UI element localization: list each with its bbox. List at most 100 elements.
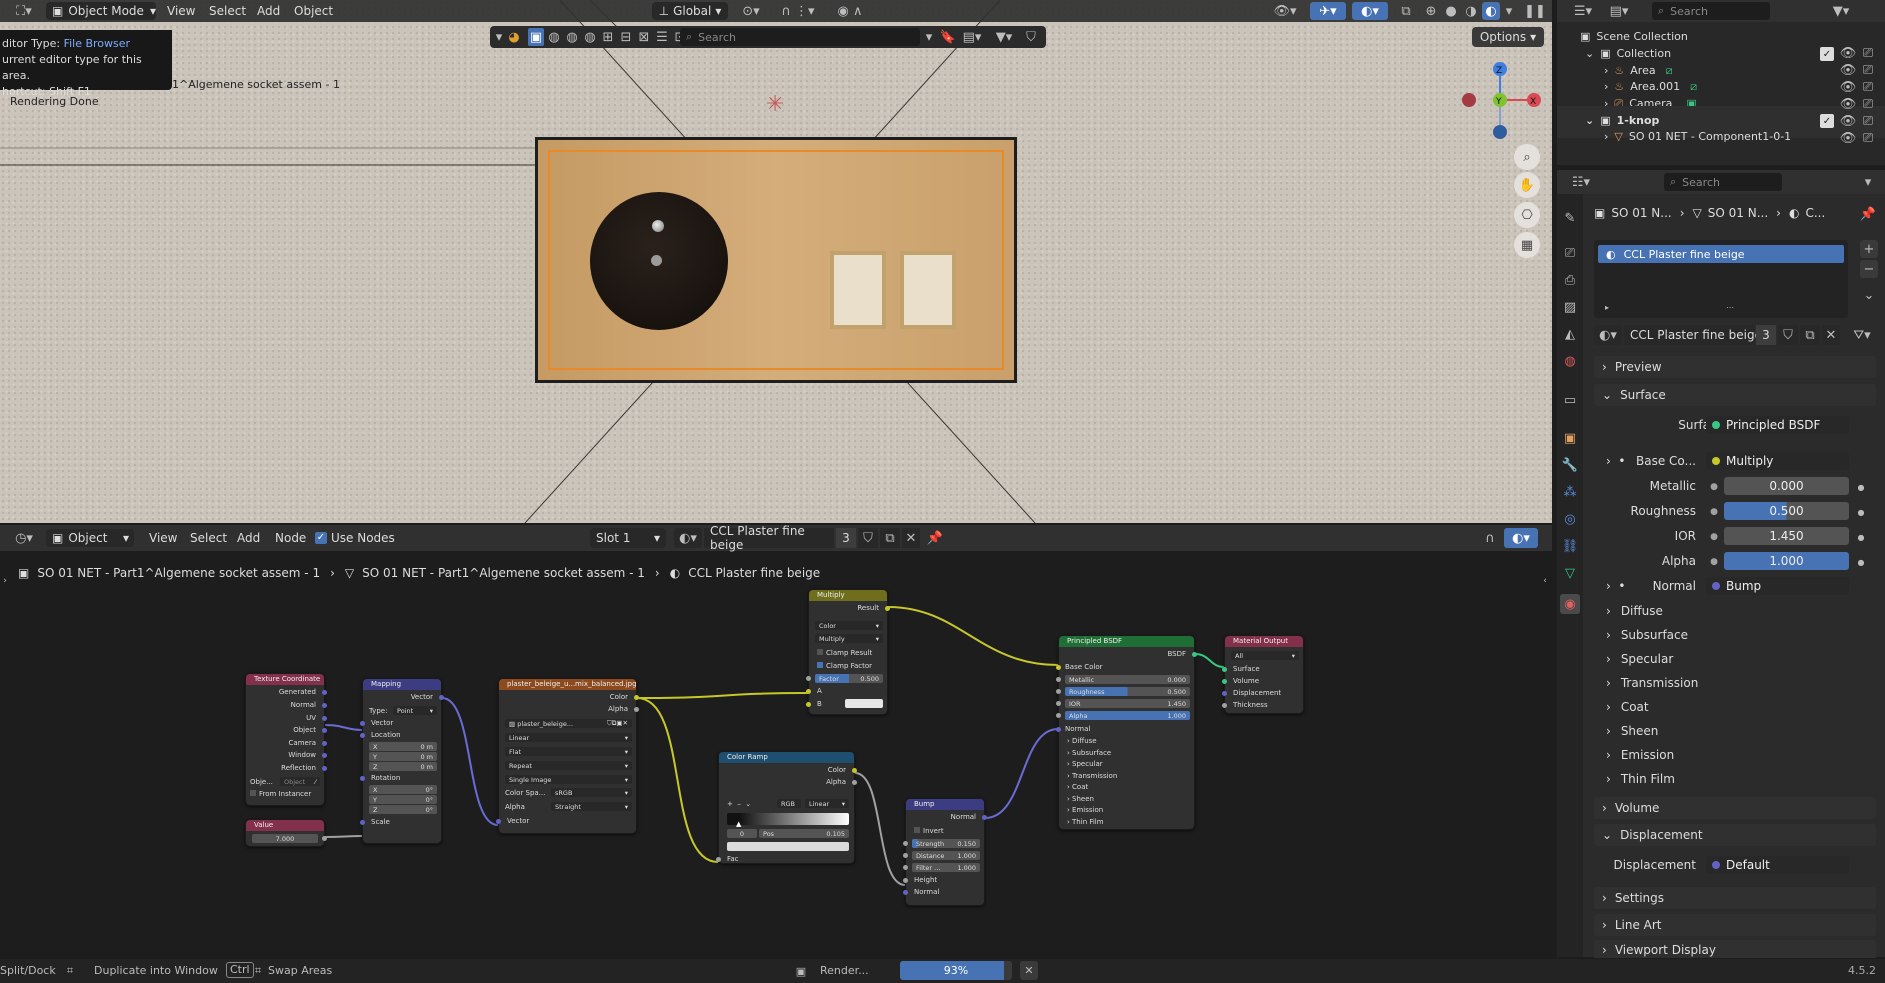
socket-image-vector-in[interactable] <box>496 819 501 824</box>
socket-mapping-scale-in[interactable] <box>360 820 365 825</box>
properties-search-field[interactable]: ⌕ Search <box>1664 173 1782 191</box>
socket-filter-in[interactable] <box>903 865 908 870</box>
bsdf-panel-thin-film[interactable]: › Thin Film <box>1067 818 1104 826</box>
socket-normal-in[interactable] <box>903 890 908 895</box>
rotation-z-field[interactable]: Z 0° <box>369 805 437 814</box>
ramp-color-mode-dropdown[interactable]: RGB <box>777 799 801 808</box>
base-color-field[interactable]: Multiply <box>1706 452 1849 470</box>
bsdf-alpha-slider[interactable]: Alpha 1.000 <box>1065 711 1190 720</box>
bsdf-ior-field[interactable]: IOR 1.450 <box>1065 699 1190 708</box>
surface-shader-field[interactable]: Principled BSDF <box>1706 416 1849 434</box>
properties-crumb-mesh[interactable]: SO 01 N... <box>1708 206 1768 220</box>
ramp-stop-color-swatch[interactable] <box>727 842 849 851</box>
base-color-expand[interactable]: › • <box>1606 454 1626 468</box>
dropdown-icon[interactable]: ▾ <box>922 28 936 46</box>
socket-metallic-in[interactable] <box>1056 677 1061 682</box>
multiply-blend-dropdown[interactable]: Multiply ▾ <box>815 634 883 643</box>
outliner-search-field[interactable]: ⌕ Search <box>1652 2 1770 20</box>
filter-icon-7[interactable]: ☰ <box>654 28 670 46</box>
material-browse-icon[interactable]: ◐▾ <box>1594 325 1622 345</box>
socket-mapping-out[interactable] <box>439 695 444 700</box>
panel-displacement[interactable]: ⌄ Displacement <box>1602 828 1703 842</box>
world-tab-icon[interactable]: ◍ <box>1560 351 1580 371</box>
color-wheel-icon[interactable]: ◕ <box>506 28 522 46</box>
3d-viewport[interactable]: ✳ ditor Type: File Browser urrent editor… <box>0 0 1552 523</box>
outlet-hole[interactable] <box>590 192 728 330</box>
camera-render-icon[interactable]: ⎚ <box>1860 130 1876 146</box>
multiply-node[interactable]: Multiply Result Color ▾ Multiply ▾ Clamp R… <box>806 589 890 715</box>
display-mode-icon[interactable]: ▤▾ <box>1604 2 1634 20</box>
panel-surface[interactable]: ⌄ Surface <box>1602 388 1666 402</box>
bsdf-panel-emission[interactable]: › Emission <box>1067 806 1103 814</box>
properties-material-name-field[interactable]: CCL Plaster fine beige <box>1624 325 1762 345</box>
multiply-datatype-dropdown[interactable]: Color ▾ <box>815 621 883 630</box>
bsdf-panel-specular[interactable]: › Specular <box>1067 760 1103 768</box>
ramp-stop-marker-icon[interactable]: ▲ <box>736 820 741 828</box>
ior-field[interactable]: 1.450 <box>1724 527 1849 545</box>
modifier-tab-icon[interactable]: 🔧 <box>1560 455 1580 475</box>
constraint-tab-icon[interactable]: ⛓ <box>1560 536 1580 556</box>
pause-render-icon[interactable]: ❚❚ <box>1524 2 1546 20</box>
roughness-field[interactable]: 0.500 <box>1724 502 1849 520</box>
bump-node[interactable]: Bump Normal Invert Strength 0.150 Distanc… <box>903 798 987 906</box>
socket-bsdf-normal-in[interactable] <box>1056 727 1061 732</box>
texture-coordinate-node[interactable]: Texture Coordinate Generated Normal UV O… <box>245 673 327 806</box>
socket-volume-in[interactable] <box>1222 679 1227 684</box>
socket-bsdf-out[interactable] <box>1192 652 1197 657</box>
bsdf-panel-sheen[interactable]: › Sheen <box>1067 795 1094 803</box>
socket-factor-in[interactable] <box>806 676 811 681</box>
normal-expand[interactable]: › • <box>1606 579 1626 593</box>
shading-wireframe-icon[interactable]: ⊕ <box>1422 2 1440 20</box>
menu-object[interactable]: Object <box>294 4 333 18</box>
list-resize-handle-icon[interactable]: ⋯ <box>1720 302 1740 312</box>
object-mode-dropdown[interactable]: ▣ Object Mode ▾ <box>46 2 156 20</box>
subpanel-emission[interactable]: › Emission <box>1606 748 1674 762</box>
socket-value-out[interactable] <box>322 836 327 841</box>
outliner-editor-icon[interactable]: ☰▾ <box>1568 2 1598 20</box>
data-tab-icon[interactable]: ▽ <box>1560 563 1580 583</box>
socket-ramp-alpha-out[interactable] <box>852 780 857 785</box>
socket-bump-normal-out[interactable] <box>982 815 987 820</box>
socket-mapping-vector-in[interactable] <box>360 721 365 726</box>
checkbox-icon[interactable]: ✓ <box>1820 47 1834 61</box>
slot-specials-icon[interactable]: ⌄ <box>1860 286 1878 304</box>
camera-render-icon[interactable]: ⎚ <box>1860 62 1876 78</box>
funnel-icon[interactable]: ▼▾ <box>990 28 1018 46</box>
image-datablock-field[interactable]: ▨ plaster_beleige... ⛉⧉▣✕ <box>505 719 632 728</box>
panel-settings[interactable]: › Settings <box>1602 891 1664 905</box>
bookmark-icon[interactable]: 🔖 <box>940 28 956 46</box>
keyframe-dot-icon[interactable]: ● <box>1856 530 1866 544</box>
socket-object[interactable] <box>322 728 327 733</box>
color-ramp-node[interactable]: Color Ramp Color Alpha + – ⌄ RGB Linear ▾… <box>716 751 857 864</box>
particles-tab-icon[interactable]: ⁂ <box>1560 482 1580 502</box>
camera-view-icon[interactable]: ⎔ <box>1514 202 1540 228</box>
material-output-node[interactable]: Material Output All ▾ Surface Volume Disp… <box>1222 635 1304 714</box>
filter-icon-1[interactable]: ◍ <box>546 28 562 46</box>
socket-normal[interactable] <box>322 703 327 708</box>
bump-strength-slider[interactable]: Strength 0.150 <box>912 839 980 848</box>
value-node[interactable]: Value 7.000 <box>245 819 327 847</box>
subpanel-coat[interactable]: › Coat <box>1606 700 1649 714</box>
panel-volume[interactable]: › Volume <box>1602 801 1659 815</box>
mapping-type-dropdown[interactable]: Point ▾ <box>393 706 437 715</box>
shading-material-icon[interactable]: ◑ <box>1462 2 1480 20</box>
filter-icon-6[interactable]: ⊠ <box>636 28 652 46</box>
shading-solid-icon[interactable]: ● <box>1442 2 1460 20</box>
extension-dropdown[interactable]: Repeat ▾ <box>505 761 632 770</box>
clamp-result-checkbox[interactable]: Clamp Result <box>817 649 872 657</box>
subpanel-transmission[interactable]: › Transmission <box>1606 676 1698 690</box>
alpha-mode-dropdown[interactable]: Straight ▾ <box>551 802 632 811</box>
editor-type-icon[interactable]: ⛶▾ <box>8 2 40 20</box>
color-b-swatch[interactable] <box>845 699 883 708</box>
menu-select[interactable]: Select <box>209 4 246 18</box>
bsdf-panel-diffuse[interactable]: › Diffuse <box>1067 737 1097 745</box>
ramp-interpolation-dropdown[interactable]: Linear ▾ <box>805 799 849 808</box>
subpanel-diffuse[interactable]: › Diffuse <box>1606 604 1663 618</box>
list-expand-icon[interactable]: ▸ <box>1602 302 1612 312</box>
collection-tab-icon[interactable]: ▭ <box>1560 390 1580 410</box>
fake-user-shield-icon[interactable]: ⛉ <box>1778 325 1798 345</box>
ortho-grid-icon[interactable]: ▦ <box>1514 232 1540 258</box>
shield-icon[interactable]: ⛉ <box>1022 28 1040 46</box>
keyframe-dot-icon[interactable]: ● <box>1856 555 1866 569</box>
outliner-1-knop[interactable]: ⌄ ▣ 1-knop <box>1585 114 1659 127</box>
